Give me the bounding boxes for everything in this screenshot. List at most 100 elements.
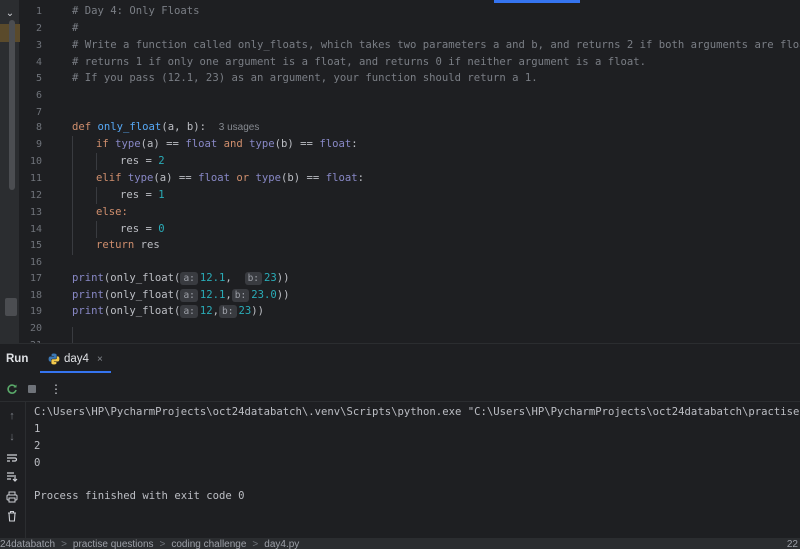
line-number: 1	[35, 6, 42, 17]
code-editor[interactable]: ⌄ 123456789101112131415161718192021 # Da…	[0, 0, 800, 343]
number-literal: 2	[158, 155, 165, 167]
arrow-up-icon[interactable]: ↑	[4, 408, 20, 424]
soft-wrap-icon[interactable]	[4, 450, 20, 466]
breadcrumb-item[interactable]: day4.py	[264, 539, 299, 549]
number-literal: 1	[158, 189, 165, 201]
breadcrumb-separator: >	[61, 539, 67, 549]
line-number: 15	[29, 240, 42, 251]
chevron-down-icon[interactable]: ⌄	[4, 8, 16, 20]
line-number: 18	[29, 290, 42, 301]
function-params: (a, b):	[161, 121, 206, 133]
code-text: ,	[225, 289, 232, 301]
keyword-if: if	[96, 138, 109, 150]
code-text: res	[140, 239, 160, 251]
code-text: (only_float(	[103, 272, 181, 284]
indent-guide	[96, 187, 97, 204]
usages-hint[interactable]: 3 usages	[219, 122, 260, 133]
line-number: 20	[29, 323, 42, 334]
run-toolbar: ⋮	[0, 376, 800, 402]
builtin-print: print	[72, 305, 104, 317]
breadcrumb-item[interactable]: 24databatch	[0, 539, 55, 549]
line-number: 5	[35, 73, 42, 84]
code-comment: #	[72, 22, 79, 34]
breadcrumb-separator: >	[252, 539, 259, 549]
console-line: Process finished with exit code 0	[34, 490, 245, 502]
run-panel-title[interactable]: Run	[6, 353, 28, 365]
code-text: :	[351, 138, 358, 150]
scroll-marker	[5, 298, 17, 316]
code-comment: # Day 4: Only Floats	[72, 5, 200, 17]
code-comment: # Write a function called only_floats, w…	[72, 39, 800, 51]
code-comment: # If you pass (12.1, 23) as an argument,…	[72, 72, 538, 84]
arrow-down-icon[interactable]: ↓	[4, 429, 20, 445]
number-literal: 23.0	[251, 289, 277, 301]
run-tab-label: day4	[64, 353, 89, 365]
line-number: 10	[29, 156, 42, 167]
keyword-and: and	[223, 138, 243, 150]
number-literal: 23	[238, 305, 252, 317]
param-hint-a: a:	[180, 305, 198, 318]
indent-guide	[96, 153, 97, 170]
code-text: ))	[276, 289, 290, 301]
code-text: (a) ==	[140, 138, 179, 150]
more-options-icon[interactable]: ⋮	[48, 381, 64, 397]
code-line-print: print(only_float(a: 12.1, b: 23.0))	[72, 287, 290, 304]
line-number: 19	[29, 306, 42, 317]
code-line-elif: elif type(a) == float or type(b) == floa…	[96, 170, 364, 187]
indent-guide	[96, 221, 97, 238]
line-number: 11	[29, 173, 42, 184]
code-text: ,	[225, 272, 232, 284]
console-output[interactable]: C:\Users\HP\PycharmProjects\oct24databat…	[34, 402, 800, 539]
indent-guide	[72, 136, 73, 255]
breadcrumb-item[interactable]: practise questions	[73, 539, 154, 549]
breadcrumb-item[interactable]: coding challenge	[171, 539, 246, 549]
close-icon[interactable]: ×	[97, 354, 103, 365]
breadcrumb: 24databatch > practise questions > codin…	[0, 539, 299, 549]
code-line-res-2: res = 2	[120, 153, 165, 170]
builtin-print: print	[72, 289, 104, 301]
console-line: 0	[34, 457, 41, 469]
param-hint-a: a:	[180, 272, 198, 285]
rerun-icon[interactable]	[4, 381, 20, 397]
line-number: 12	[29, 190, 42, 201]
builtin-type: type	[255, 172, 282, 184]
line-number: 9	[35, 139, 42, 150]
print-icon[interactable]	[4, 489, 20, 505]
vertical-scrollbar[interactable]	[9, 20, 15, 190]
param-hint-b: b:	[219, 305, 237, 318]
trash-icon[interactable]	[4, 508, 20, 524]
code-area[interactable]: # Day 4: Only Floats # # Write a functio…	[72, 0, 800, 343]
keyword-or: or	[236, 172, 250, 184]
code-text: ))	[251, 305, 265, 317]
number-literal: 0	[158, 223, 165, 235]
code-line-res-0: res = 0	[120, 221, 165, 238]
code-text: res =	[120, 223, 152, 235]
cursor-position[interactable]: 22	[787, 539, 798, 549]
code-text: ))	[276, 272, 290, 284]
code-text: (only_float(	[103, 289, 181, 301]
code-text: (b) ==	[274, 138, 313, 150]
run-header: Run day4 ×	[0, 344, 800, 376]
builtin-type: type	[249, 138, 275, 150]
run-tool-window: Run day4 × ⋮ ↑ ↓ C:\Users\HP\PycharmProj…	[0, 343, 800, 539]
scroll-to-end-icon[interactable]	[4, 469, 20, 485]
function-name[interactable]: only_float	[98, 121, 162, 133]
code-line-if: if type(a) == float and type(b) == float…	[96, 136, 358, 153]
builtin-float: float	[319, 138, 352, 150]
keyword-else: else:	[96, 206, 128, 218]
tab-day4[interactable]: day4 ×	[40, 347, 111, 373]
builtin-type: type	[127, 172, 154, 184]
code-line-res-1: res = 1	[120, 187, 165, 204]
line-number: 17	[29, 273, 42, 284]
code-line-print: print(only_float(a: 12, b: 23))	[72, 303, 264, 320]
line-number: 16	[29, 257, 42, 268]
status-bar: 24databatch > practise questions > codin…	[0, 538, 800, 549]
line-number: 2	[35, 23, 42, 34]
builtin-print: print	[72, 272, 104, 284]
stop-icon[interactable]	[24, 381, 40, 397]
line-number: 14	[29, 224, 42, 235]
param-hint-b: b:	[244, 272, 263, 285]
line-number: 8	[35, 122, 42, 133]
code-text: res =	[120, 155, 152, 167]
console-line: 1	[34, 423, 41, 435]
